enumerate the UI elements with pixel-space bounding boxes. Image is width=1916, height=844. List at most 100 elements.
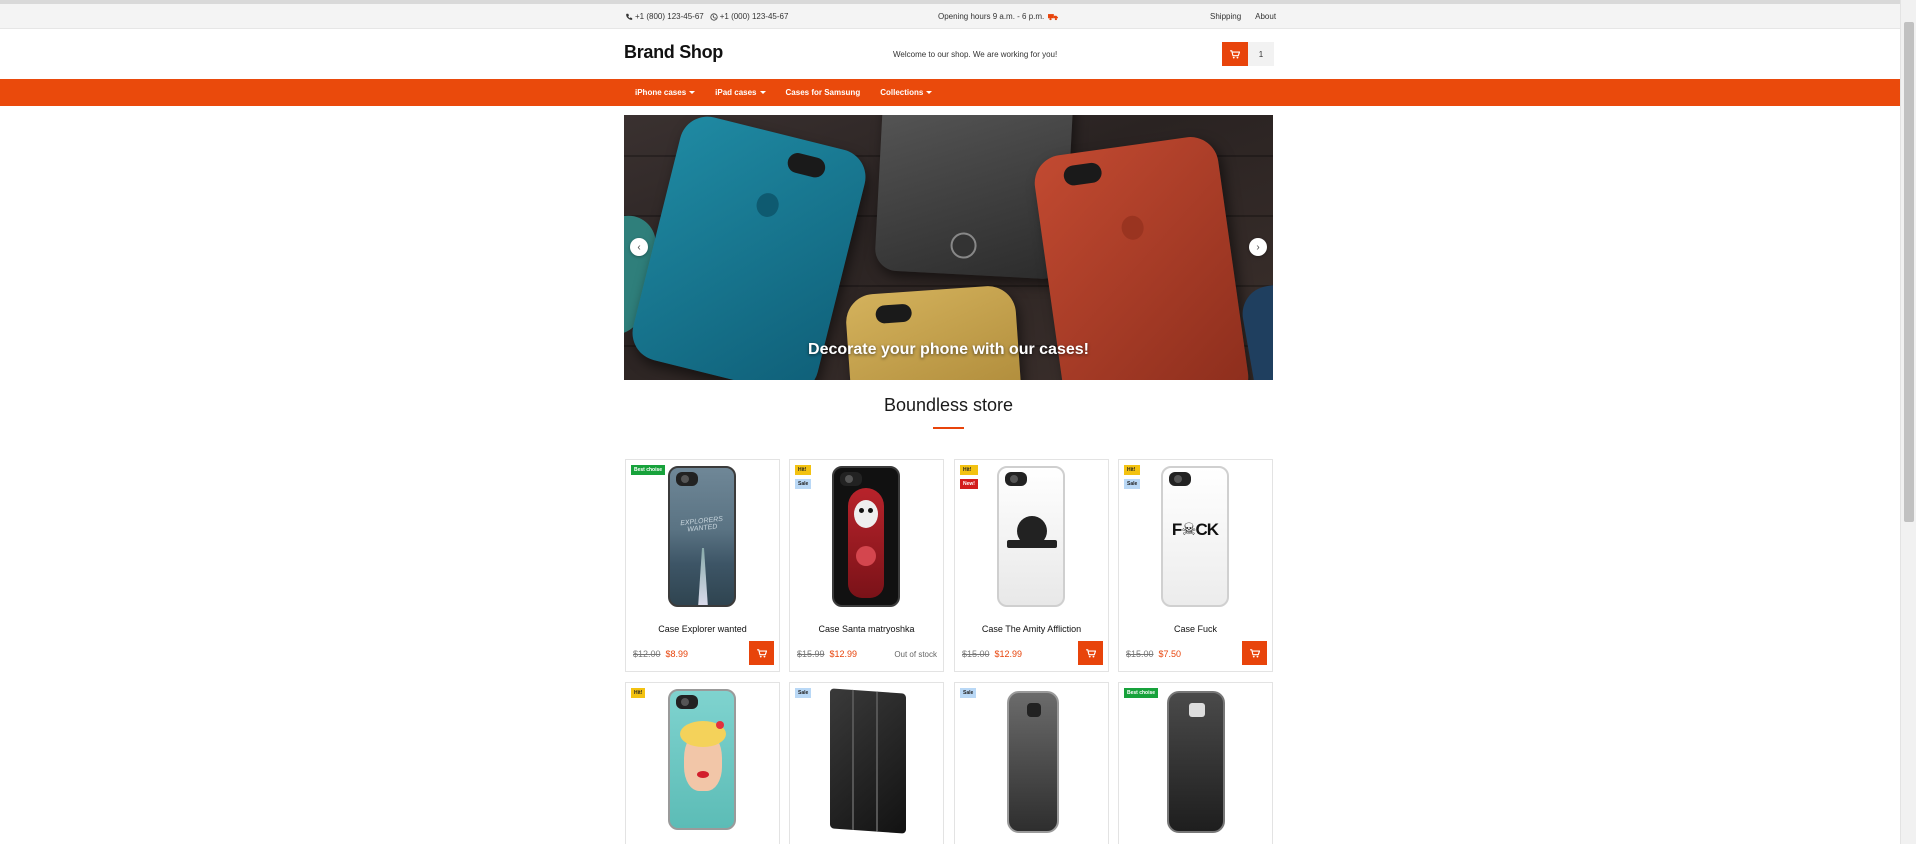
cart-icon [1230,49,1240,59]
product-card[interactable]: Hit! [625,682,780,844]
product-badges: Hit! Sale [795,465,812,489]
nav-item-iphone-cases[interactable]: iPhone cases [635,88,696,97]
badge-hit: Hit! [1124,465,1141,475]
hero-caption: Decorate your phone with our cases! [808,341,1089,358]
product-card[interactable]: Best choise [1118,682,1273,844]
badge-sale: Sale [1124,479,1141,489]
camera-cutout [840,472,862,486]
add-to-cart-button[interactable] [749,641,774,665]
product-name[interactable]: Case The Amity Affliction [955,624,1108,634]
caret-down-icon [689,91,696,94]
product-prices: $12.00 $8.99 [633,649,688,659]
cart-icon [1085,648,1096,658]
product-card[interactable]: F☠CK Hit! Sale Case Fuck $15.00 $7.50 [1118,459,1273,672]
stock-status: Out of stock [894,650,937,659]
camera-cutout [676,472,698,486]
product-image[interactable] [626,683,779,838]
product-card[interactable]: Hit! New! Case The Amity Affliction $15.… [954,459,1109,672]
nav-item-label: iPhone cases [635,88,687,97]
phone-icon [626,13,633,20]
add-to-cart-button[interactable] [1078,641,1103,665]
phone-contact-1[interactable]: +1 (800) 123-45-67 [625,12,704,21]
badge-best-choice: Best choise [631,465,666,475]
shipping-link[interactable]: Shipping [1210,12,1241,21]
old-price: $12.00 [633,649,661,659]
nav-item-samsung-cases[interactable]: Cases for Samsung [786,88,861,97]
chevron-left-icon: ‹ [637,241,641,253]
product-image[interactable] [790,683,943,838]
case-print-banner [1007,540,1057,548]
section-title-underline [933,427,964,429]
badge-sale: Sale [960,688,977,698]
section-title: Boundless store [883,395,1014,415]
case-print-text: EXPLORERS WANTED [679,515,724,534]
product-name[interactable]: Case Santa matryoshka [790,624,943,634]
product-card[interactable]: EXPLORERS WANTED Best choise Case Explor… [625,459,780,672]
product-card[interactable]: Sale [789,682,944,844]
cart-widget[interactable]: 1 [1222,42,1274,66]
old-price: $15.00 [1126,649,1154,659]
case-print-popart-face [680,721,726,791]
product-badges: Best choise [1124,688,1159,698]
product-badges: Sale [960,688,977,698]
product-name[interactable]: Case Explorer wanted [626,624,779,634]
about-link[interactable]: About [1255,12,1276,21]
camera-cutout [1169,472,1191,486]
case-print-road [698,548,708,605]
product-badges: Sale [795,688,812,698]
product-image[interactable] [790,460,943,615]
battery-case-image [1167,691,1225,833]
cart-icon [1249,648,1260,658]
add-to-cart-button[interactable] [1242,641,1267,665]
truck-icon [1048,13,1059,20]
product-prices: $15.00 $12.99 [962,649,1022,659]
cart-button[interactable] [1222,42,1248,66]
phone-case-image: F☠CK [1161,466,1229,607]
clear-case-image [1007,691,1059,833]
product-prices: $15.99 $12.99 [797,649,857,659]
product-name[interactable]: Case Fuck [1119,624,1272,634]
old-price: $15.00 [962,649,990,659]
slider-next-button[interactable]: › [1249,238,1267,256]
nav-item-collections[interactable]: Collections [880,88,933,97]
caret-down-icon [926,91,933,94]
nav-item-ipad-cases[interactable]: iPad cases [715,88,766,97]
slider-prev-button[interactable]: ‹ [630,238,648,256]
hero-slider[interactable]: Decorate your phone with our cases! ‹ › [624,115,1273,380]
product-card[interactable]: Sale [954,682,1109,844]
top-links: Shipping About [1210,12,1276,21]
product-image[interactable]: EXPLORERS WANTED [626,460,779,615]
page: +1 (800) 123-45-67 +1 (000) 123-45-67 Op… [0,0,1916,844]
brand-logo[interactable]: Brand Shop [624,42,723,63]
badge-new: New! [960,479,978,489]
phone-case-image: EXPLORERS WANTED [668,466,736,607]
caret-down-icon [759,91,766,94]
phone-case-image [832,466,900,607]
case-print-text: F☠CK [1171,520,1219,539]
current-price: $12.99 [994,649,1023,659]
badge-best-choice: Best choise [1124,688,1159,698]
product-image[interactable] [1119,683,1272,838]
camera-cutout [676,695,698,709]
nav-item-label: Collections [880,88,924,97]
tablet-cover-image [830,688,906,834]
product-badges: Hit! New! [960,465,978,489]
phone-number-2: +1 (000) 123-45-67 [719,12,789,21]
contact-phones: +1 (800) 123-45-67 +1 (000) 123-45-67 [625,12,788,21]
case-print-hearts [716,721,724,729]
cart-icon [756,648,767,658]
scrollbar-thumb[interactable] [1904,22,1914,522]
site-header: Brand Shop Welcome to our shop. We are w… [0,30,1900,79]
product-card[interactable]: Hit! Sale Case Santa matryoshka $15.99 $… [789,459,944,672]
product-image[interactable]: F☠CK [1119,460,1272,615]
slide-phone-case-yellow [844,284,1024,380]
product-image[interactable] [955,683,1108,838]
case-print-matryoshka [848,488,884,598]
page-scrollbar[interactable] [1900,0,1916,844]
top-info-bar: +1 (800) 123-45-67 +1 (000) 123-45-67 Op… [0,4,1900,29]
phone-contact-2[interactable]: +1 (000) 123-45-67 [710,12,789,21]
product-badges: Hit! [631,688,646,698]
nav-item-label: Cases for Samsung [785,88,861,97]
badge-sale: Sale [795,479,812,489]
nav-item-label: iPad cases [715,88,757,97]
